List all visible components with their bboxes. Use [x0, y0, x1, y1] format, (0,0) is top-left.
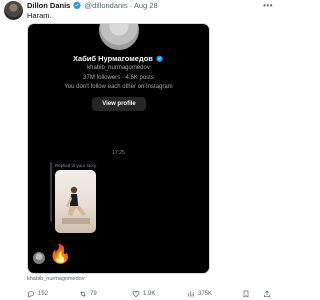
tweet[interactable]: Dillon Danis @dillondanis · Aug 28 ••• H… — [0, 0, 278, 300]
reply-count: 192 — [38, 291, 49, 297]
share-button[interactable] — [263, 289, 274, 299]
views-count: 375K — [198, 291, 213, 297]
tweet-actions: 192 79 1.9K 375K — [27, 289, 275, 299]
view-profile-button: View profile — [92, 97, 146, 111]
story-thumbnail — [55, 170, 96, 233]
verified-badge-icon — [156, 55, 163, 62]
profile-picture — [99, 24, 139, 50]
media-caption: khabib_nurmagomedov — [27, 276, 85, 282]
like-count: 1.9K — [143, 291, 156, 297]
more-icon[interactable]: ••• — [263, 1, 273, 10]
retweet-button[interactable]: 79 — [79, 289, 97, 299]
heart-icon — [132, 291, 140, 298]
reply-label: Replied to your story — [55, 163, 97, 168]
like-button[interactable]: 1.9K — [132, 289, 155, 299]
retweet-icon — [80, 291, 86, 297]
author-name[interactable]: Dillon Danis — [27, 1, 70, 10]
profile-name-row: Хабиб Нурмагомедов — [28, 54, 209, 63]
author-handle[interactable]: @dillondanis — [85, 1, 128, 10]
story-figure-image — [62, 186, 90, 224]
tweet-text: Haram. — [27, 11, 52, 20]
tweet-date[interactable]: Aug 28 — [134, 1, 158, 10]
tweet-media-screenshot[interactable]: Хабиб Нурмагомедов khabib_nurmagomedov 3… — [27, 23, 210, 274]
share-icon — [264, 290, 270, 297]
reply-bar — [50, 162, 52, 222]
tweet-header: Dillon Danis @dillondanis · Aug 28 — [27, 1, 158, 10]
retweet-count: 79 — [90, 291, 97, 297]
fire-reaction: 🔥 — [49, 244, 72, 264]
views-button[interactable]: 375K — [187, 289, 212, 299]
profile-name: Хабиб Нурмагомедов — [73, 54, 153, 63]
message-time: 17:25 — [112, 150, 125, 156]
follow-status: You don't follow each other on Instagram — [64, 84, 173, 90]
verified-badge-icon — [73, 1, 82, 9]
profile-handle: khabib_nurmagomedov — [87, 65, 150, 71]
sender-avatar — [33, 252, 45, 264]
separator: · — [129, 1, 133, 10]
reply-icon — [27, 291, 34, 298]
bookmark-button[interactable] — [242, 289, 253, 299]
bookmark-icon — [243, 290, 249, 298]
profile-stats: 37M followers · 4.6K posts — [83, 75, 154, 81]
views-icon — [188, 291, 194, 297]
avatar[interactable] — [4, 1, 23, 20]
reply-button[interactable]: 192 — [27, 289, 48, 299]
